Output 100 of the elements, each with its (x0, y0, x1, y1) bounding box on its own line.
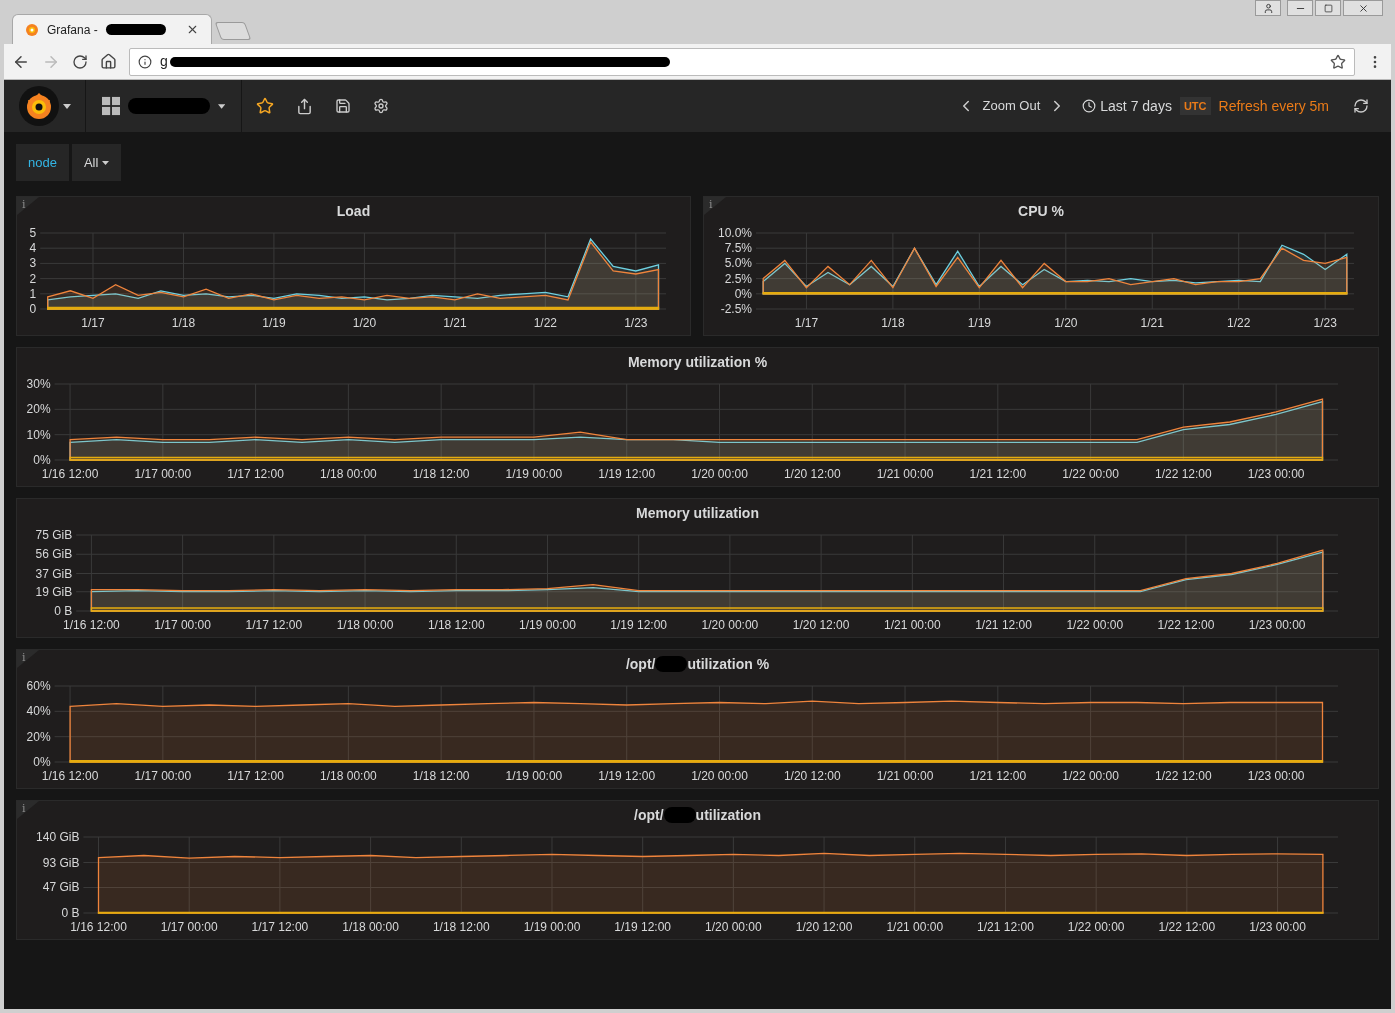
logo-icon (25, 22, 39, 37)
info-icon (138, 54, 152, 69)
y-axis-label: 2.5% (724, 271, 752, 286)
y-axis-label: 5 (29, 226, 37, 240)
close-icon[interactable] (186, 23, 199, 36)
x-axis-label: 1/17 (794, 316, 819, 330)
bookmark-icon[interactable] (1330, 53, 1346, 70)
x-axis-label: 1/17 12:00 (251, 920, 309, 934)
redaction-mark (105, 24, 166, 35)
x-axis-label: 1/18 (881, 316, 905, 330)
x-axis-label: 1/16 12:00 (41, 769, 99, 783)
panel-title: /opt/ (625, 654, 656, 674)
x-axis-label: 1/22 12:00 (1155, 769, 1212, 783)
x-axis-label: 1/20 00:00 (705, 920, 762, 934)
x-axis-label: 1/17 00:00 (134, 467, 192, 481)
y-axis-label: 37 GiB (35, 566, 73, 581)
panel-title: Load (336, 201, 371, 221)
star-icon[interactable] (256, 97, 274, 115)
redaction-mark (663, 807, 696, 823)
x-axis-label: 1/20 00:00 (691, 467, 748, 481)
x-axis-label: 1/21 12:00 (977, 920, 1034, 934)
panel-title: CPU % (1018, 201, 1064, 221)
x-axis-label: 1/21 00:00 (886, 920, 944, 934)
y-axis-label: 0 B (61, 906, 80, 920)
settings-icon[interactable] (373, 98, 389, 114)
x-axis-label: 1/22 12:00 (1155, 467, 1212, 481)
y-axis-label: -2.5% (720, 302, 752, 316)
user-button[interactable] (1255, 0, 1281, 16)
x-axis-label: 1/21 00:00 (883, 618, 941, 632)
x-axis-label: 1/18 12:00 (412, 467, 470, 481)
x-axis-label: 1/19 12:00 (598, 769, 656, 783)
panel-title: Memory utilization (636, 503, 759, 523)
x-axis-label: 1/22 00:00 (1067, 920, 1125, 934)
x-axis-label: 1/21 12:00 (969, 769, 1027, 783)
x-axis-label: 1/22 12:00 (1157, 618, 1215, 632)
y-axis-label: 60% (26, 679, 51, 693)
x-axis-label: 1/20 12:00 (795, 920, 853, 934)
info-corner[interactable]: i (17, 650, 39, 668)
y-axis-label: 140 GiB (36, 830, 80, 844)
x-axis-label: 1/22 (533, 316, 558, 330)
x-axis-label: 1/17 00:00 (160, 920, 218, 934)
y-axis-label: 0 (29, 302, 37, 316)
timezone-badge: UTC (1179, 96, 1211, 116)
save-icon[interactable] (335, 98, 351, 114)
logo-icon[interactable] (18, 86, 59, 126)
x-axis-label: 1/23 00:00 (1248, 618, 1306, 632)
y-axis-label: 20% (26, 402, 51, 417)
y-axis-label: 30% (26, 377, 51, 391)
y-axis-label: 0 B (54, 604, 73, 618)
x-axis-label: 1/17 00:00 (134, 769, 192, 783)
tab-title: Grafana - (47, 21, 98, 39)
refresh-interval-button[interactable]: Refresh every 5m (1218, 95, 1329, 117)
y-axis-label: 1 (29, 286, 37, 301)
time-range-button[interactable]: Last 7 days (1082, 95, 1172, 117)
y-axis-label: 93 GiB (42, 855, 80, 870)
share-icon[interactable] (296, 97, 313, 115)
x-axis-label: 1/18 00:00 (342, 920, 399, 934)
refresh-icon[interactable] (1353, 98, 1369, 114)
x-axis-label: 1/17 (81, 316, 105, 330)
x-axis-label: 1/18 12:00 (427, 618, 485, 632)
x-axis-label: 1/19 00:00 (505, 769, 563, 783)
y-axis-label: 40% (26, 704, 51, 719)
user-icon (1262, 2, 1274, 14)
x-axis-label: 1/20 00:00 (691, 769, 748, 783)
x-axis-label: 1/17 00:00 (154, 618, 211, 632)
info-corner[interactable]: i (704, 197, 726, 215)
x-axis-label: 1/20 12:00 (783, 467, 841, 481)
info-corner[interactable]: i (17, 197, 39, 215)
caret-icon[interactable] (217, 103, 225, 109)
zoom-out-button[interactable]: Zoom Out (974, 96, 1049, 116)
x-axis-label: 1/19 00:00 (523, 920, 581, 934)
x-axis-label: 1/22 00:00 (1066, 618, 1124, 632)
url-text: g (160, 52, 168, 71)
variable-dropdown[interactable]: All (71, 144, 122, 181)
home-icon[interactable] (100, 53, 117, 70)
x-axis-label: 1/18 00:00 (336, 618, 394, 632)
x-axis-label: 1/23 (624, 316, 648, 330)
y-axis-label: 7.5% (724, 241, 752, 256)
y-axis-label: 5.0% (724, 256, 752, 271)
reload-icon[interactable] (72, 53, 88, 70)
y-axis-label: 4 (29, 241, 37, 256)
caret-icon[interactable] (62, 103, 71, 109)
x-axis-label: 1/19 (262, 316, 286, 330)
address-field[interactable]: g (129, 47, 1355, 76)
y-axis-label: 3 (29, 256, 37, 271)
browser-tab[interactable]: Grafana - (12, 14, 212, 44)
x-axis-label: 1/19 00:00 (505, 467, 563, 481)
x-axis-label: 1/17 12:00 (227, 467, 284, 481)
y-axis-label: 10.0% (717, 226, 752, 240)
x-axis-label: 1/21 00:00 (876, 769, 934, 783)
x-axis-label: 1/19 00:00 (519, 618, 576, 632)
x-axis-label: 1/20 12:00 (783, 769, 841, 783)
dashboard-grid-icon (102, 96, 121, 116)
panel-title: utilization (695, 805, 761, 825)
panel-title: /opt/ (634, 805, 664, 825)
panel-title: utilization % (687, 654, 770, 674)
x-axis-label: 1/23 (1313, 316, 1337, 330)
x-axis-label: 1/20 00:00 (701, 618, 759, 632)
x-axis-label: 1/22 00:00 (1062, 467, 1119, 481)
info-corner[interactable]: i (17, 801, 39, 819)
